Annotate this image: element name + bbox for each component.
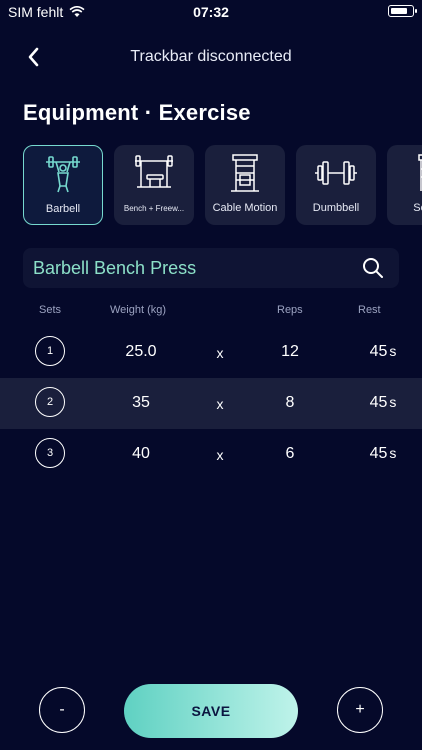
equipment-label: Cable Motion	[212, 202, 278, 214]
weight-value[interactable]: 40	[101, 445, 181, 463]
bench-icon	[135, 155, 173, 188]
navigation-bar: Trackbar disconnected	[0, 40, 422, 74]
exercise-search-input[interactable]: Barbell Bench Press	[33, 258, 196, 279]
multiply-sign: x	[216, 345, 224, 361]
search-icon[interactable]	[361, 256, 385, 280]
rest-amount: 45	[369, 394, 388, 411]
rest-unit: s	[389, 394, 397, 410]
weight-value[interactable]: 25.0	[101, 343, 181, 361]
page-title: Trackbar disconnected	[130, 48, 292, 65]
rest-value[interactable]: 45 s	[358, 343, 408, 361]
rest-unit: s	[389, 343, 397, 359]
equipment-card-bench[interactable]: Bench + Freew...	[114, 145, 194, 225]
dumbbell-icon	[315, 161, 357, 185]
remove-set-button[interactable]: -	[39, 687, 85, 733]
equipment-card-cable[interactable]: Cable Motion	[205, 145, 285, 225]
weight-value[interactable]: 35	[101, 394, 181, 412]
multiply-sign: x	[216, 447, 224, 463]
multiply-sign: x	[216, 396, 224, 412]
reps-value[interactable]: 12	[260, 343, 320, 361]
set-row[interactable]: 3 40 x 6 45 s	[0, 429, 422, 480]
rest-value[interactable]: 45 s	[358, 445, 408, 463]
set-number-badge[interactable]: 3	[35, 438, 65, 468]
header-weight: Weight (kg)	[110, 304, 167, 316]
set-number-badge[interactable]: 2	[35, 387, 65, 417]
cable-machine-icon	[231, 154, 259, 192]
exercise-search-bar[interactable]: Barbell Bench Press	[23, 248, 399, 288]
equipment-card-barbell[interactable]: Barbell	[23, 145, 103, 225]
header-sets: Sets	[39, 304, 62, 316]
set-row[interactable]: 2 35 x 8 45 s	[0, 378, 422, 429]
equipment-card-dumbbell[interactable]: Dumbbell	[296, 145, 376, 225]
add-set-button[interactable]: +	[337, 687, 383, 733]
save-button[interactable]: SAVE	[124, 684, 298, 738]
clock: 07:32	[193, 4, 229, 20]
reps-value[interactable]: 6	[260, 445, 320, 463]
barbell-rack-icon	[46, 156, 80, 193]
equipment-label: Selec	[413, 202, 422, 214]
status-bar: SIM fehlt 07:32	[0, 0, 422, 24]
battery-icon	[388, 5, 417, 17]
section-heading: Equipment · Exercise	[23, 100, 251, 125]
header-rest: Rest	[358, 304, 381, 316]
sets-table-header: Sets Weight (kg) Reps Rest	[0, 304, 422, 320]
set-number-badge[interactable]: 1	[35, 336, 65, 366]
rest-amount: 45	[369, 343, 388, 360]
battery-level	[391, 8, 407, 14]
rest-value[interactable]: 45 s	[358, 394, 408, 412]
equipment-selector[interactable]: Barbell Bench + Freew... Cable Motion Du…	[23, 145, 422, 225]
set-row[interactable]: 1 25.0 x 12 45 s	[0, 327, 422, 378]
equipment-label: Bench + Freew...	[123, 204, 185, 213]
selectorized-machine-icon	[418, 154, 422, 191]
equipment-label: Barbell	[45, 203, 81, 215]
equipment-card-selectorized[interactable]: Selec	[387, 145, 422, 225]
rest-unit: s	[389, 445, 397, 461]
equipment-label: Dumbbell	[312, 202, 360, 214]
reps-value[interactable]: 8	[260, 394, 320, 412]
header-reps: Reps	[277, 304, 303, 316]
rest-amount: 45	[369, 445, 388, 462]
